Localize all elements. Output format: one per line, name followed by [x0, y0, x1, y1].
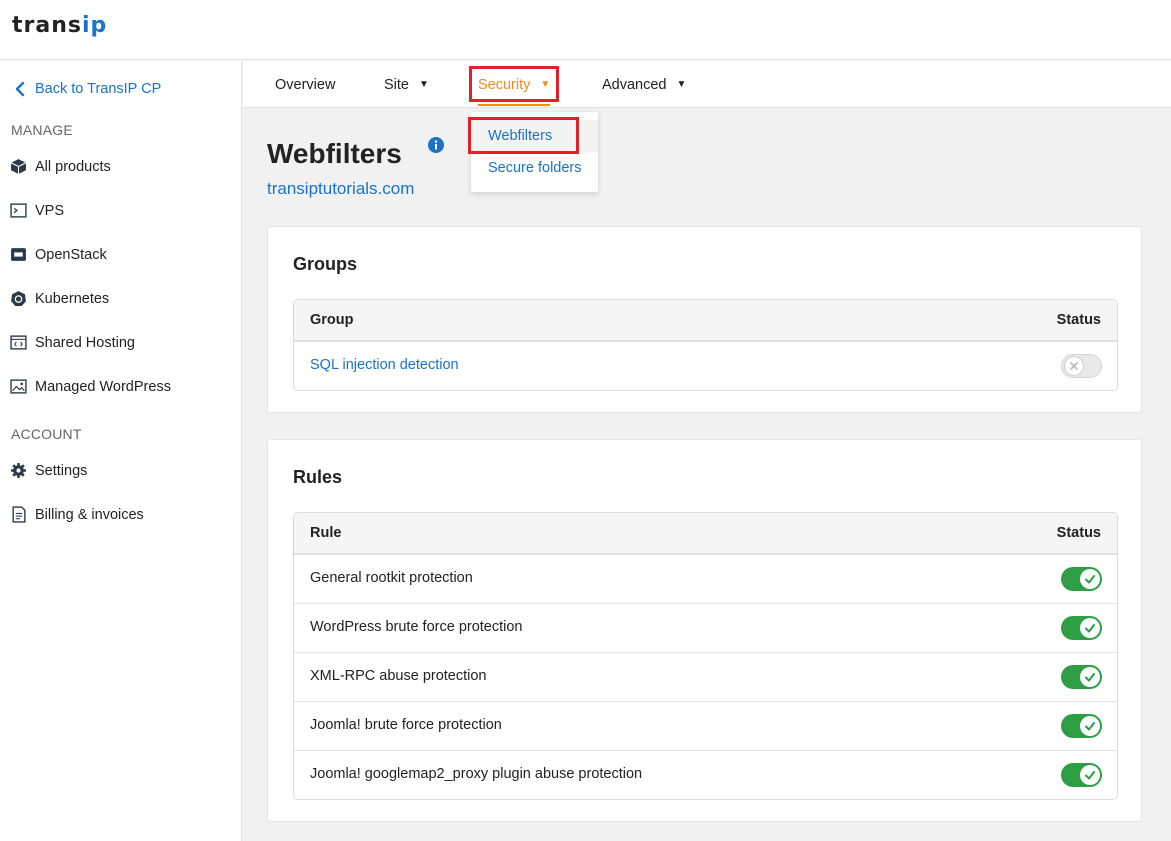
groups-heading: Groups [293, 254, 358, 274]
status-toggle[interactable] [1061, 354, 1102, 378]
rule-name: WordPress brute force protection [310, 619, 523, 635]
checkmark-icon [1085, 771, 1095, 780]
tab-label: Overview [275, 76, 336, 93]
table-row: General rootkit protection [294, 554, 1117, 603]
groups-card: Groups Group Status SQL injection detect… [267, 226, 1142, 413]
tab-label: Site [384, 76, 409, 93]
sidebar-item-label: Managed WordPress [35, 378, 171, 395]
image-icon [10, 379, 27, 394]
sidebar-item-openstack[interactable]: OpenStack [10, 246, 107, 263]
logo-text-main: trans [12, 13, 82, 38]
terminal-icon [10, 203, 27, 218]
checkmark-icon [1085, 722, 1095, 731]
sidebar-item-label: Shared Hosting [35, 334, 135, 351]
rules-heading: Rules [293, 467, 343, 487]
sidebar-item-label: All products [35, 158, 111, 175]
table-row: WordPress brute force protection [294, 603, 1117, 652]
toggle-knob [1064, 356, 1084, 376]
tab-site[interactable]: Site ▼ [384, 61, 429, 108]
column-header-group: Group [310, 312, 354, 328]
caret-down-icon: ▼ [419, 79, 429, 90]
gear-icon [11, 463, 26, 478]
column-header-status: Status [1056, 312, 1101, 328]
rule-name: XML-RPC abuse protection [310, 668, 487, 684]
tab-label: Advanced [602, 76, 667, 93]
table-row: XML-RPC abuse protection [294, 652, 1117, 701]
checkmark-icon [1085, 624, 1095, 633]
toggle-knob [1080, 667, 1100, 687]
column-header-status: Status [1056, 525, 1101, 541]
toggle-knob [1080, 618, 1100, 638]
openstack-icon [11, 248, 26, 261]
sidebar: Back to TransIP CP MANAGE All products V… [0, 61, 242, 841]
sidebar-item-settings[interactable]: Settings [10, 462, 87, 479]
sidebar-item-kubernetes[interactable]: Kubernetes [10, 290, 109, 307]
sidebar-item-billing[interactable]: Billing & invoices [10, 506, 144, 523]
invoice-icon [12, 506, 26, 523]
menu-item-webfilters[interactable]: Webfilters [471, 120, 598, 152]
table-header: Group Status [294, 300, 1117, 341]
status-toggle[interactable] [1061, 714, 1102, 738]
table-row: SQL injection detection [294, 341, 1117, 390]
sidebar-item-label: Kubernetes [35, 290, 110, 307]
code-window-icon [10, 335, 27, 350]
table-row: Joomla! brute force protection [294, 701, 1117, 750]
caret-down-icon: ▼ [540, 79, 551, 90]
sidebar-item-label: VPS [35, 202, 65, 219]
back-to-cp-link[interactable]: Back to TransIP CP [12, 81, 161, 97]
tab-security[interactable]: Security ▼ [478, 61, 551, 108]
x-icon [1070, 362, 1078, 370]
status-toggle[interactable] [1061, 665, 1102, 689]
logo-text-accent: ip [81, 13, 108, 38]
tab-advanced[interactable]: Advanced ▼ [602, 61, 686, 108]
tab-overview[interactable]: Overview [275, 61, 335, 108]
kubernetes-icon [11, 291, 26, 306]
info-icon[interactable] [428, 137, 444, 153]
table-header: Rule Status [294, 513, 1117, 554]
checkmark-icon [1085, 575, 1095, 584]
site-subnav: Overview Site ▼ Security ▼ Advanced ▼ [243, 61, 1171, 108]
groups-table: Group Status SQL injection detection [293, 299, 1118, 391]
security-dropdown-menu: Webfilters Secure folders [471, 112, 598, 192]
status-toggle[interactable] [1061, 616, 1102, 640]
sidebar-item-shared-hosting[interactable]: Shared Hosting [10, 334, 135, 351]
rules-table: Rule Status General rootkit protection W… [293, 512, 1118, 800]
toggle-knob [1080, 716, 1100, 736]
table-row: Joomla! googlemap2_proxy plugin abuse pr… [294, 750, 1117, 799]
transip-logo[interactable]: transip [12, 13, 107, 38]
sidebar-item-label: OpenStack [35, 246, 107, 263]
menu-item-secure-folders[interactable]: Secure folders [471, 152, 598, 184]
toggle-knob [1080, 765, 1100, 785]
status-toggle[interactable] [1061, 567, 1102, 591]
rule-name: Joomla! googlemap2_proxy plugin abuse pr… [310, 766, 643, 782]
sidebar-item-managed-wordpress[interactable]: Managed WordPress [10, 378, 171, 395]
toggle-knob [1080, 569, 1100, 589]
group-name-link[interactable]: SQL injection detection [310, 357, 459, 373]
sidebar-item-vps[interactable]: VPS [10, 202, 64, 219]
cube-icon [10, 159, 27, 174]
chevron-left-icon [15, 81, 25, 97]
sidebar-item-label: Billing & invoices [35, 506, 144, 523]
domain-link[interactable]: transiptutorials.com [267, 179, 414, 199]
rule-name: General rootkit protection [310, 570, 473, 586]
status-toggle[interactable] [1061, 763, 1102, 787]
tab-label: Security [478, 76, 531, 93]
account-section-label: ACCOUNT [11, 426, 82, 442]
caret-down-icon: ▼ [676, 79, 687, 90]
manage-section-label: MANAGE [11, 122, 73, 138]
back-link-label: Back to TransIP CP [35, 81, 162, 97]
page-title: Webfilters [267, 138, 402, 169]
checkmark-icon [1085, 673, 1095, 682]
rule-name: Joomla! brute force protection [310, 717, 502, 733]
column-header-rule: Rule [310, 525, 342, 541]
sidebar-item-all-products[interactable]: All products [10, 158, 111, 175]
sidebar-item-label: Settings [35, 462, 88, 479]
rules-card: Rules Rule Status General rootkit protec… [267, 439, 1142, 822]
top-bar: transip [0, 0, 1171, 60]
